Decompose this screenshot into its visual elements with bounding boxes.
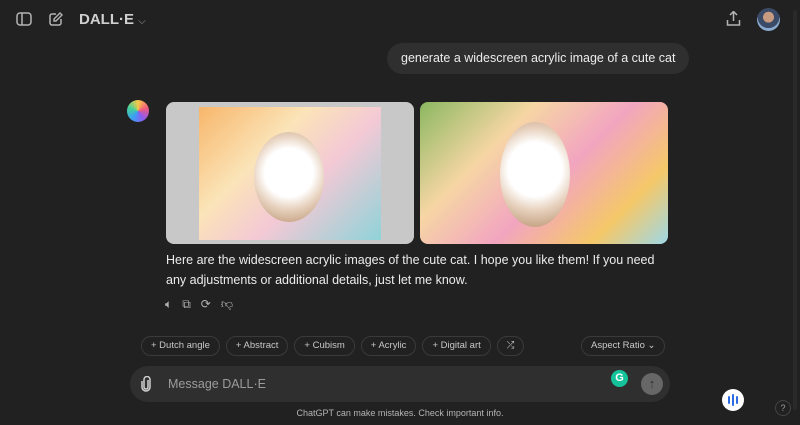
message-input[interactable]: Message DALL·E (168, 377, 266, 391)
aspect-ratio-dropdown[interactable]: Aspect Ratio ⌄ (581, 336, 666, 356)
chip-digital-art[interactable]: + Digital art (422, 336, 491, 356)
generated-image-2[interactable] (420, 102, 668, 244)
attach-icon[interactable] (141, 376, 151, 392)
help-button[interactable]: ? (775, 400, 791, 416)
chip-abstract[interactable]: + Abstract (225, 336, 289, 356)
chevron-down-icon: ⌵ (138, 16, 146, 27)
user-message: generate a widescreen acrylic image of a… (387, 43, 690, 74)
assistant-reply: Here are the widescreen acrylic images o… (166, 253, 655, 287)
avatar[interactable] (757, 8, 780, 31)
new-chat-icon[interactable] (48, 11, 64, 27)
send-button[interactable]: ↑ (641, 373, 663, 395)
model-selector[interactable]: DALL·E ⌵ (79, 11, 146, 28)
speaker-icon[interactable]: 🔈︎ (165, 297, 172, 312)
grammarly-icon[interactable]: G (611, 370, 628, 387)
thumbs-down-icon[interactable]: 👎︎ (221, 297, 233, 312)
chip-dutch-angle[interactable]: + Dutch angle (141, 336, 220, 356)
chip-acrylic[interactable]: + Acrylic (360, 336, 417, 356)
model-name: DALL·E (79, 11, 134, 28)
sidebar-toggle-icon[interactable] (16, 12, 32, 26)
dalle-avatar (127, 100, 149, 122)
shuffle-icon[interactable]: ⤮ (496, 336, 525, 356)
regenerate-icon[interactable]: ⟳ (201, 297, 211, 312)
copy-icon[interactable]: ⧉ (182, 297, 191, 312)
chip-cubism[interactable]: + Cubism (294, 336, 355, 356)
generated-image-1[interactable] (166, 102, 414, 244)
style-chips: + Dutch angle + Abstract + Cubism + Acry… (141, 336, 525, 356)
voice-mode-button[interactable] (722, 389, 744, 411)
disclaimer: ChatGPT can make mistakes. Check importa… (296, 408, 504, 418)
scrollbar[interactable] (793, 10, 797, 410)
share-icon[interactable] (726, 11, 741, 27)
